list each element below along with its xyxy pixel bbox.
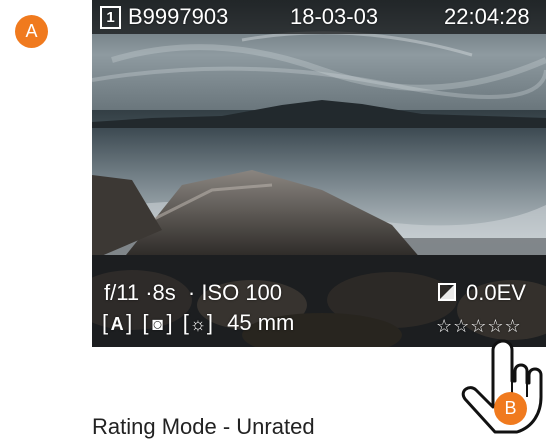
ev-value: 0.0EV [466,280,526,305]
white-balance-icon: ☼ [189,314,207,334]
image-info-row: 1 B9997903 [100,4,228,30]
ev-compensation: 0.0EV [438,280,526,306]
camera-playback-screen[interactable]: 1 B9997903 18-03-03 22:04:28 f/11 ·8s · I… [92,0,546,347]
aperture-value: f/11 [104,280,140,305]
rating-mode-caption: Rating Mode - Unrated [92,414,315,439]
ev-compensation-icon [438,283,456,301]
metering-icon: ◙ [152,314,163,334]
metering-indicator: [◙] [142,310,173,335]
exposure-mode-value: A [110,314,124,334]
callout-marker-a: A [15,15,48,48]
image-id: B9997903 [128,4,229,29]
capture-date: 18-03-03 [290,4,379,29]
star-rating[interactable]: ☆☆☆☆☆ [436,316,522,337]
mode-info-row: [A] [◙] [☼] 45 mm [102,310,294,336]
callout-marker-b: B [494,392,527,425]
exposure-info-row: f/11 ·8s · ISO 100 [104,280,282,306]
card-slot-icon: 1 [100,6,121,29]
iso-value: · ISO 100 [187,280,283,305]
shutter-speed-value: ·8s [145,280,176,305]
capture-time: 22:04:28 [444,4,530,29]
focal-length-value: 45 mm [227,310,295,335]
exposure-mode-indicator: [A] [102,310,133,335]
white-balance-indicator: [☼] [182,310,213,335]
